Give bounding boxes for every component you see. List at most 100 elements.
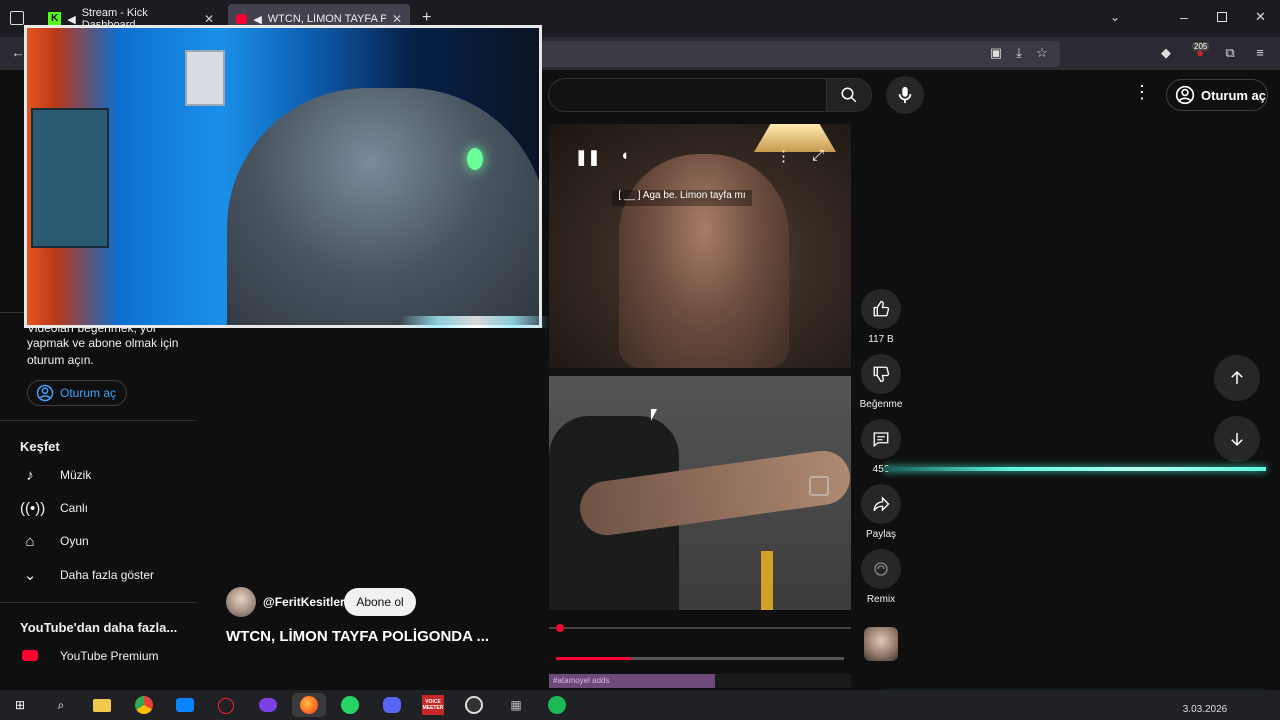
lightning-effect xyxy=(400,316,550,328)
mail-icon[interactable] xyxy=(173,693,197,717)
sidebar-item-youtube-premium[interactable]: YouTube Premium xyxy=(0,640,196,672)
file-explorer-icon[interactable] xyxy=(90,693,114,717)
remix-button[interactable] xyxy=(861,549,901,589)
headset-light xyxy=(467,148,483,170)
mouse-cursor xyxy=(651,409,663,421)
voice-search-button[interactable] xyxy=(886,76,924,114)
webcam-overlay xyxy=(24,25,542,328)
search-icon xyxy=(841,87,857,103)
signin-button[interactable]: Oturum aç xyxy=(1166,79,1268,111)
chevron-down-icon: ⌄ xyxy=(23,567,37,584)
signin-label: Oturum aç xyxy=(1201,87,1267,103)
like-count: 117 B xyxy=(868,334,894,345)
divider xyxy=(0,420,196,421)
windows-start-icon[interactable]: ⊞ xyxy=(8,693,32,717)
dislike-label: Beğenme xyxy=(859,399,903,410)
signin-prompt-line-2: yapmak ve abone olmak için xyxy=(27,336,179,350)
url-bar[interactable] xyxy=(540,41,1060,67)
account-icon xyxy=(36,384,54,402)
share-label: Paylaş xyxy=(865,529,896,540)
taskbar-date: 3.03.2026 xyxy=(1182,704,1228,715)
minimize-button[interactable]: – xyxy=(1180,9,1188,25)
menu-icon[interactable]: ≡ xyxy=(1252,45,1268,61)
whatsapp-icon[interactable] xyxy=(338,693,362,717)
close-icon[interactable]: ✕ xyxy=(392,12,402,26)
arrow-down-icon xyxy=(1231,433,1243,447)
pause-icon[interactable]: ❚❚ xyxy=(575,148,600,166)
sidebar-item-gaming[interactable]: ⌂ Oyun xyxy=(0,525,196,557)
streamer-figure xyxy=(227,88,539,325)
speaker-icon: ◀ xyxy=(67,13,76,26)
video-title[interactable]: WTCN, LİMON TAYFA POLİGONDA ... xyxy=(226,628,526,645)
close-window-button[interactable]: ✕ xyxy=(1255,9,1266,25)
opera-icon[interactable]: ◯ xyxy=(214,693,238,717)
extension-icon[interactable]: ◆ xyxy=(1158,45,1174,61)
share-button[interactable] xyxy=(861,484,901,524)
chrome-icon[interactable] xyxy=(132,693,156,717)
youtube-premium-icon xyxy=(20,648,40,665)
like-button[interactable] xyxy=(861,289,901,329)
sidebar-item-music[interactable]: ♪ Müzik xyxy=(0,459,196,491)
sidebar-signin-label: Oturum aç xyxy=(60,386,117,400)
more-from-youtube-heading: YouTube'dan daha fazla... xyxy=(20,620,178,635)
channel-avatar[interactable] xyxy=(226,587,256,617)
picture-in-picture-icon[interactable]: ▣ xyxy=(988,45,1004,61)
tab-overflow-icon[interactable]: ⌄ xyxy=(1110,10,1120,24)
gamepad-icon: ⌂ xyxy=(25,532,35,550)
fullscreen-overlay-icon[interactable] xyxy=(809,476,829,496)
spotify-icon[interactable] xyxy=(545,693,569,717)
arrow-up-icon xyxy=(1231,370,1243,384)
overlay-strip: #atamoyel adds xyxy=(549,674,715,688)
music-note-icon: ♪ xyxy=(26,466,34,484)
kick-icon: K xyxy=(48,12,62,26)
tab-list-icon[interactable] xyxy=(10,11,24,25)
channel-name[interactable]: @FeritKesitler xyxy=(263,595,345,609)
explore-heading: Keşfet xyxy=(20,439,60,454)
previous-short-button[interactable] xyxy=(1214,355,1260,401)
monitor-in-background xyxy=(31,108,109,248)
video-frame-bottom xyxy=(549,376,851,610)
close-icon[interactable]: ✕ xyxy=(204,12,214,26)
seek-line[interactable] xyxy=(549,627,851,629)
search-icon[interactable]: ⌕ xyxy=(49,693,73,717)
sidebar-item-show-more[interactable]: ⌄ Daha fazla göster xyxy=(0,559,196,591)
remix-label: Remix xyxy=(866,594,896,605)
restore-button[interactable] xyxy=(1217,12,1227,22)
sidebar-item-label: Daha fazla göster xyxy=(60,568,155,582)
more-options-icon[interactable]: ⋮ xyxy=(776,147,791,165)
obs-icon[interactable] xyxy=(462,693,486,717)
firefox-icon[interactable] xyxy=(292,693,326,717)
framed-portrait xyxy=(185,50,225,106)
thumbs-up-icon xyxy=(873,300,890,317)
sidebar-item-live[interactable]: ((•)) Canlı xyxy=(0,492,196,524)
download-icon[interactable]: ⤓ xyxy=(1011,45,1027,61)
youtube-icon xyxy=(236,14,248,24)
subscribe-button[interactable]: Abone ol xyxy=(344,588,416,616)
speaker-icon: ◀ xyxy=(253,13,262,26)
voicemeeter-icon[interactable]: VOICE MEETER xyxy=(421,693,445,717)
apps-grid-icon[interactable]: ▦ xyxy=(504,693,528,717)
share-icon xyxy=(873,496,890,512)
seek-handle[interactable] xyxy=(556,624,564,632)
thumbs-down-icon xyxy=(873,366,890,383)
volume-icon[interactable]: ◖ xyxy=(620,147,629,164)
tab-label: WTCN, LİMON TAYFA POLİG xyxy=(267,13,386,25)
overlay-glow-line xyxy=(884,467,1266,471)
sidebar-signin-button[interactable]: Oturum aç xyxy=(27,380,127,406)
divider xyxy=(0,602,196,603)
fullscreen-icon[interactable]: ⤢ xyxy=(812,147,824,164)
settings-kebab-icon[interactable]: ⋮ xyxy=(1133,82,1151,106)
search-button[interactable] xyxy=(826,78,872,112)
sidebar-item-label: Oyun xyxy=(60,534,89,548)
dislike-button[interactable] xyxy=(861,354,901,394)
bookmark-star-icon[interactable]: ☆ xyxy=(1034,45,1050,61)
comments-button[interactable] xyxy=(861,419,901,459)
sound-avatar[interactable] xyxy=(864,627,898,661)
search-input[interactable] xyxy=(548,78,828,112)
discord-icon[interactable] xyxy=(380,693,404,717)
app-icon[interactable] xyxy=(256,693,280,717)
puzzle-icon[interactable]: ⧉ xyxy=(1222,45,1238,61)
remix-icon xyxy=(874,562,888,576)
microphone-icon xyxy=(898,86,912,104)
next-short-button[interactable] xyxy=(1214,416,1260,462)
